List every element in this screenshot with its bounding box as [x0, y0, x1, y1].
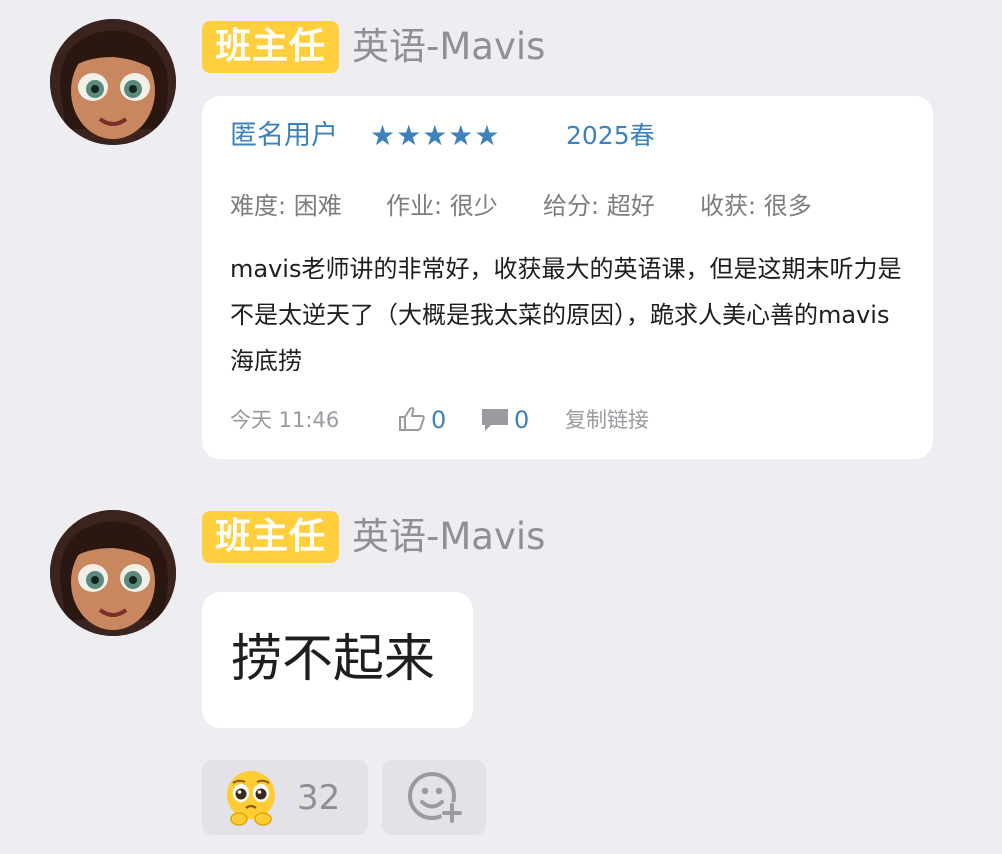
message-bubble[interactable]: 捞不起来	[202, 592, 473, 728]
add-reaction-icon	[408, 772, 463, 824]
comment-icon[interactable]	[481, 407, 509, 433]
rating-difficulty: 难度: 困难	[230, 188, 342, 224]
like-count[interactable]: 0	[431, 402, 446, 438]
sender-name: 英语-Mavis	[352, 515, 546, 558]
star-rating: ★★★★★	[370, 119, 501, 152]
rating-homework: 作业: 很少	[386, 188, 498, 224]
comment-count[interactable]: 0	[514, 402, 529, 438]
role-tag: 班主任	[202, 21, 340, 73]
rating-grading: 给分: 超好	[543, 188, 655, 224]
avatar-image-icon	[50, 19, 176, 145]
rating-gain: 收获: 很多	[700, 188, 812, 224]
rating-label: 难度:	[230, 192, 287, 220]
rating-label: 作业:	[386, 192, 443, 220]
avatar[interactable]	[50, 510, 176, 636]
reaction-pleading-face[interactable]: 32	[202, 760, 368, 835]
sender-name: 英语-Mavis	[352, 25, 546, 68]
rating-value: 很多	[763, 192, 812, 220]
review-time: 今天 11:46	[230, 408, 340, 432]
rating-label: 给分:	[543, 192, 600, 220]
rating-value: 超好	[606, 192, 655, 220]
reaction-count: 32	[297, 778, 341, 818]
copy-link-button[interactable]: 复制链接	[565, 402, 649, 438]
review-semester: 2025春	[566, 121, 655, 150]
review-card[interactable]: 匿名用户 ★★★★★ 2025春 难度: 困难 作业: 很少 给分: 超好 收获…	[202, 96, 933, 459]
rating-value: 很少	[449, 192, 498, 220]
role-tag: 班主任	[202, 511, 340, 563]
review-content: mavis老师讲的非常好，收获最大的英语课，但是这期末听力是不是太逆天了（大概是…	[230, 255, 902, 375]
add-reaction-button[interactable]	[382, 760, 486, 835]
avatar-image-icon	[50, 510, 176, 636]
review-user[interactable]: 匿名用户	[230, 118, 338, 154]
avatar[interactable]	[50, 19, 176, 145]
rating-value: 困难	[293, 192, 342, 220]
message-text: 捞不起来	[231, 630, 436, 689]
pleading-face-icon	[227, 771, 275, 826]
rating-label: 收获:	[700, 192, 757, 220]
thumbs-up-icon[interactable]	[398, 406, 426, 432]
